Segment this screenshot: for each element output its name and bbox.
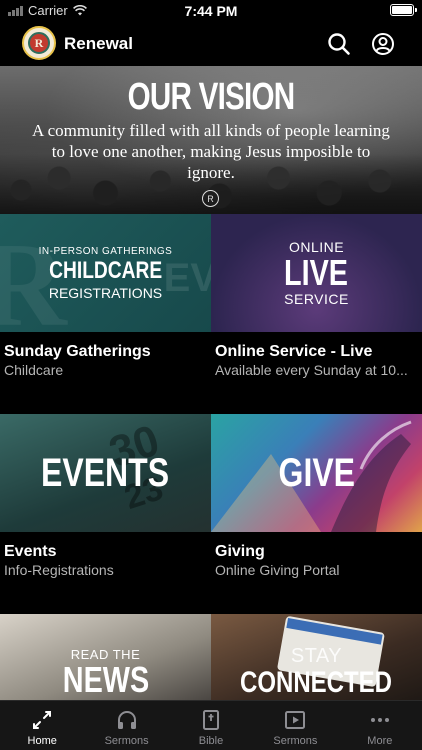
tile-sunday-gatherings[interactable]: R EV IN-PERSON GATHERINGS CHILDCARE REGI…	[0, 214, 211, 414]
childcare-image: R EV IN-PERSON GATHERINGS CHILDCARE REGI…	[0, 214, 211, 332]
battery-icon	[390, 4, 417, 16]
profile-icon	[372, 33, 394, 55]
tab-bar: Home Sermons Bible Sermons More	[0, 700, 422, 750]
tab-label: Bible	[198, 735, 224, 747]
tile-subtitle: Info-Registrations	[4, 562, 114, 578]
tile-read-news[interactable]: READ THE NEWS	[0, 614, 211, 700]
tile-title: Giving	[215, 543, 265, 560]
tile-online-service[interactable]: ONLINE LIVE SERVICE Online Service - Liv…	[211, 214, 422, 414]
tile-subtitle: Online Giving Portal	[215, 562, 340, 578]
church-logo: R	[22, 26, 56, 60]
tile-giving[interactable]: GIVE Giving Online Giving Portal	[211, 414, 422, 614]
tab-label: Sermons	[273, 735, 318, 747]
tab-label: Sermons	[104, 735, 149, 747]
image-big-text: LIVE	[284, 252, 349, 293]
tile-title: Sunday Gatherings	[4, 343, 151, 360]
bible-icon	[203, 710, 220, 730]
events-image: 30 23 EVENTS	[0, 414, 211, 532]
app-title: Renewal	[64, 34, 133, 53]
image-big-text: CHILDCARE	[48, 256, 163, 284]
app-header: R Renewal	[0, 22, 422, 66]
tile-subtitle: Available every Sunday at 10...	[215, 362, 408, 378]
vision-statement: A community filled with all kinds of peo…	[32, 121, 390, 182]
tab-more[interactable]: More	[338, 701, 422, 750]
tab-sermons-video[interactable]: Sermons	[253, 701, 337, 750]
image-top-text: STAY	[290, 645, 343, 667]
tile-title: Events	[4, 543, 57, 560]
vision-banner[interactable]: OUR VISION A community filled with all k…	[0, 66, 422, 214]
tab-home[interactable]: Home	[0, 701, 84, 750]
news-image: READ THE NEWS	[0, 614, 211, 700]
image-bottom-text: SERVICE	[284, 291, 349, 307]
image-big-text: GIVE	[278, 451, 355, 495]
image-big-text: EVENTS	[41, 451, 170, 495]
church-mark-icon: R	[202, 190, 219, 207]
connected-image: STAY CONNECTED	[211, 614, 422, 700]
more-icon	[370, 718, 389, 722]
vision-title: OUR VISION	[127, 76, 296, 118]
headphones-icon	[117, 711, 136, 729]
image-big-text: CONNECTED	[240, 666, 393, 699]
give-image: GIVE	[211, 414, 422, 532]
logo-letter: R	[28, 32, 50, 54]
tile-events[interactable]: 30 23 EVENTS Events Info-Registrations	[0, 414, 211, 614]
tab-label: More	[367, 735, 393, 747]
video-icon	[285, 711, 306, 729]
search-button[interactable]	[325, 30, 353, 58]
live-service-image: ONLINE LIVE SERVICE	[211, 214, 422, 332]
tab-bible[interactable]: Bible	[169, 701, 253, 750]
tile-title: Online Service - Live	[215, 343, 373, 360]
status-time: 7:44 PM	[184, 3, 238, 19]
tab-label: Home	[27, 735, 57, 747]
search-icon	[328, 33, 350, 55]
tile-subtitle: Childcare	[4, 362, 64, 378]
tile-stay-connected[interactable]: STAY CONNECTED	[211, 614, 422, 700]
home-icon	[33, 711, 52, 729]
status-bar: Carrier 7:44 PM	[0, 0, 422, 22]
profile-button[interactable]	[369, 30, 397, 58]
image-big-text: NEWS	[62, 659, 149, 700]
tab-sermons-audio[interactable]: Sermons	[84, 701, 168, 750]
